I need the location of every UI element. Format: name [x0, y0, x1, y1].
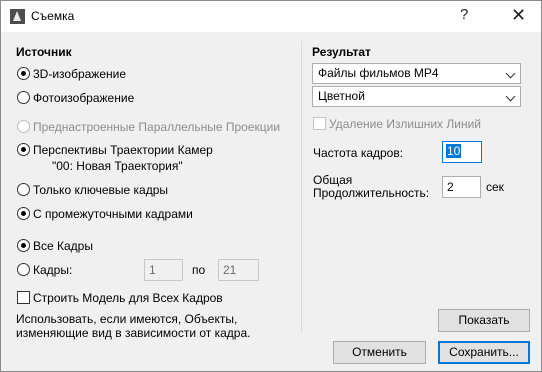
fps-input[interactable]: 10: [442, 141, 482, 163]
movie-dialog: Съемка ? ✕ Источник 3D-изображение Фотои…: [0, 0, 542, 372]
duration-label-line1: Общая: [313, 173, 353, 187]
radio-interframes-label[interactable]: С промежуточными кадрами: [33, 207, 193, 221]
fps-input-value: 10: [446, 144, 462, 158]
remove-lines-checkbox: [313, 117, 326, 130]
chevron-down-icon: [505, 68, 516, 79]
radio-photo-label[interactable]: Фотоизображение: [33, 91, 134, 105]
cancel-button[interactable]: Отменить: [333, 341, 426, 364]
duration-input[interactable]: 2: [442, 176, 481, 198]
frame-to-field[interactable]: 21: [218, 259, 259, 281]
color-select[interactable]: Цветной: [312, 86, 521, 107]
radio-parallel: [17, 120, 30, 133]
save-button[interactable]: Сохранить...: [438, 341, 530, 364]
note-line-1: Использовать, если имеются, Объекты,: [16, 312, 238, 326]
title-bar: Съемка ? ✕: [1, 1, 541, 32]
result-title: Результат: [312, 45, 371, 59]
format-select[interactable]: Файлы фильмов MP4: [312, 63, 521, 84]
fps-label: Частота кадров:: [313, 146, 404, 160]
radio-photo[interactable]: [17, 91, 30, 104]
duration-label-line2: Продолжительность:: [313, 186, 430, 200]
duration-unit: сек: [486, 180, 504, 194]
color-select-value: Цветной: [318, 89, 365, 103]
frame-to-label: по: [192, 263, 206, 277]
show-button[interactable]: Показать: [438, 309, 530, 332]
chevron-down-icon: [505, 91, 516, 102]
camera-path-name: "00: Новая Траектория": [52, 159, 183, 173]
app-logo-icon: [10, 9, 25, 24]
note-line-2: изменяющие вид в зависимости от кадра.: [16, 326, 251, 340]
radio-3d-label[interactable]: 3D-изображение: [33, 67, 126, 81]
build-model-label[interactable]: Строить Модель для Всех Кадров: [33, 291, 223, 305]
radio-interframes[interactable]: [17, 207, 30, 220]
radio-frame-range[interactable]: [17, 263, 30, 276]
radio-3d[interactable]: [17, 67, 30, 80]
remove-lines-label: Удаление Излишних Линий: [329, 117, 481, 131]
frame-from-field[interactable]: 1: [144, 259, 183, 281]
radio-keyframes-label[interactable]: Только ключевые кадры: [33, 183, 168, 197]
radio-camera-paths[interactable]: [17, 143, 30, 156]
help-icon[interactable]: ?: [460, 7, 468, 23]
radio-camera-paths-label[interactable]: Перспективы Траектории Камер: [33, 143, 213, 157]
format-select-value: Файлы фильмов MP4: [318, 66, 439, 80]
radio-parallel-label: Преднастроенные Параллельные Проекции: [33, 120, 281, 134]
window-title: Съемка: [31, 9, 75, 23]
column-divider: [301, 41, 302, 333]
radio-all-frames[interactable]: [17, 239, 30, 252]
radio-all-frames-label[interactable]: Все Кадры: [33, 239, 93, 253]
source-title: Источник: [16, 45, 72, 59]
close-icon[interactable]: ✕: [511, 6, 526, 24]
build-model-checkbox[interactable]: [17, 291, 30, 304]
radio-keyframes[interactable]: [17, 183, 30, 196]
radio-frame-range-label[interactable]: Кадры:: [33, 263, 72, 277]
